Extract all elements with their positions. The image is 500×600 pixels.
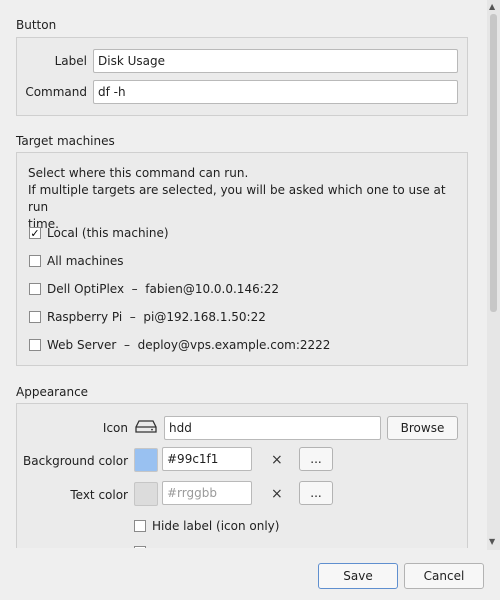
target-local[interactable]: ✓ Local (this machine) [29, 225, 169, 241]
vertical-scrollbar[interactable]: ▲ ▼ [487, 0, 500, 550]
scrollbar-thumb[interactable] [490, 14, 497, 312]
button-group: Label Command [16, 37, 468, 116]
target-web-server-checkbox[interactable] [29, 339, 41, 351]
bg-color-input[interactable] [162, 447, 252, 471]
bg-color-clear-button[interactable]: × [271, 452, 283, 468]
settings-scroll-area[interactable]: Button Label Command Target machines Sel… [0, 0, 487, 548]
target-web-server[interactable]: Web Server – deploy@vps.example.com:2222 [29, 337, 330, 353]
button-section-title: Button [16, 18, 57, 32]
hide-label-text: Hide label (icon only) [152, 519, 280, 533]
target-raspberry-pi-checkbox[interactable] [29, 311, 41, 323]
target-local-checkbox[interactable]: ✓ [29, 227, 41, 239]
text-color-clear-button[interactable]: × [271, 486, 283, 502]
target-local-label: Local (this machine) [47, 226, 169, 240]
bg-color-pick-button[interactable]: ... [299, 447, 333, 471]
bg-color-label: Background color [23, 454, 128, 468]
target-all-machines[interactable]: All machines [29, 253, 124, 269]
text-color-pick-button[interactable]: ... [299, 481, 333, 505]
cancel-button[interactable]: Cancel [404, 563, 484, 589]
text-color-swatch[interactable] [134, 482, 158, 506]
icon-field-label: Icon [102, 421, 128, 435]
command-input[interactable] [93, 80, 458, 104]
targets-group: Select where this command can run. If mu… [16, 152, 468, 366]
text-color-input[interactable] [162, 481, 252, 505]
text-color-label: Text color [70, 488, 128, 502]
target-dell-optiplex-checkbox[interactable] [29, 283, 41, 295]
label-field-label: Label [54, 54, 87, 68]
target-web-server-label: Web Server – deploy@vps.example.com:2222 [47, 338, 331, 352]
browse-button[interactable]: Browse [387, 416, 458, 440]
next-option-checkbox[interactable] [134, 546, 146, 548]
hdd-icon [134, 419, 158, 435]
target-raspberry-pi-label: Raspberry Pi – pi@192.168.1.50:22 [47, 310, 266, 324]
save-button[interactable]: Save [318, 563, 398, 589]
hide-label-option[interactable]: Hide label (icon only) [134, 518, 279, 534]
next-option-partial[interactable] [134, 544, 152, 548]
label-input[interactable] [93, 49, 458, 73]
target-dell-optiplex[interactable]: Dell OptiPlex – fabien@10.0.0.146:22 [29, 281, 279, 297]
scroll-down-arrow-icon[interactable]: ▼ [489, 537, 495, 546]
scroll-up-arrow-icon[interactable]: ▲ [489, 2, 495, 11]
icon-input[interactable] [164, 416, 381, 440]
appearance-section-title: Appearance [16, 385, 89, 399]
bg-color-swatch[interactable] [134, 448, 158, 472]
hide-label-checkbox[interactable] [134, 520, 146, 532]
targets-section-title: Target machines [16, 134, 115, 148]
targets-description: Select where this command can run. If mu… [28, 165, 458, 233]
command-field-label: Command [25, 85, 87, 99]
target-dell-optiplex-label: Dell OptiPlex – fabien@10.0.0.146:22 [47, 282, 280, 296]
target-all-machines-checkbox[interactable] [29, 255, 41, 267]
target-raspberry-pi[interactable]: Raspberry Pi – pi@192.168.1.50:22 [29, 309, 266, 325]
targets-desc-line2: If multiple targets are selected, you wi… [28, 183, 446, 214]
targets-desc-line1: Select where this command can run. [28, 166, 249, 180]
appearance-group: Icon Browse Background color × ... Text … [16, 403, 468, 548]
target-all-machines-label: All machines [47, 254, 124, 268]
